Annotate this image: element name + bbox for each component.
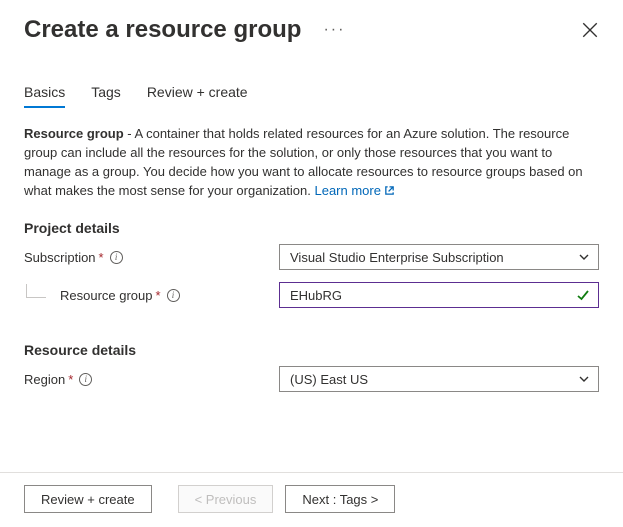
page-title: Create a resource group — [24, 16, 301, 44]
next-button[interactable]: Next : Tags > — [285, 485, 395, 513]
tab-tags[interactable]: Tags — [91, 84, 121, 108]
tab-review-create[interactable]: Review + create — [147, 84, 248, 108]
info-icon[interactable]: i — [167, 289, 180, 302]
section-resource-details: Resource details — [24, 342, 599, 358]
checkmark-icon — [576, 288, 590, 302]
tabs: Basics Tags Review + create — [24, 84, 599, 109]
subscription-label: Subscription — [24, 250, 96, 265]
previous-button: < Previous — [178, 485, 274, 513]
resource-group-label: Resource group — [60, 288, 153, 303]
more-icon[interactable]: ··· — [323, 22, 345, 38]
footer: Review + create < Previous Next : Tags > — [0, 472, 623, 527]
info-icon[interactable]: i — [79, 373, 92, 386]
required-indicator: * — [68, 372, 73, 387]
external-link-icon — [384, 185, 395, 196]
chevron-down-icon — [578, 373, 590, 385]
learn-more-link[interactable]: Learn more — [314, 183, 394, 198]
resource-group-value: EHubRG — [290, 288, 342, 303]
chevron-down-icon — [578, 251, 590, 263]
required-indicator: * — [156, 288, 161, 303]
nest-indicator — [26, 284, 46, 298]
close-icon[interactable] — [581, 21, 599, 39]
subscription-select[interactable]: Visual Studio Enterprise Subscription — [279, 244, 599, 270]
required-indicator: * — [99, 250, 104, 265]
description-lead: Resource group — [24, 126, 124, 141]
subscription-value: Visual Studio Enterprise Subscription — [290, 250, 504, 265]
region-select[interactable]: (US) East US — [279, 366, 599, 392]
resource-group-input[interactable]: EHubRG — [279, 282, 599, 308]
section-project-details: Project details — [24, 220, 599, 236]
tab-basics[interactable]: Basics — [24, 84, 65, 108]
review-create-button[interactable]: Review + create — [24, 485, 152, 513]
region-value: (US) East US — [290, 372, 368, 387]
description: Resource group - A container that holds … — [24, 125, 599, 200]
info-icon[interactable]: i — [110, 251, 123, 264]
region-label: Region — [24, 372, 65, 387]
